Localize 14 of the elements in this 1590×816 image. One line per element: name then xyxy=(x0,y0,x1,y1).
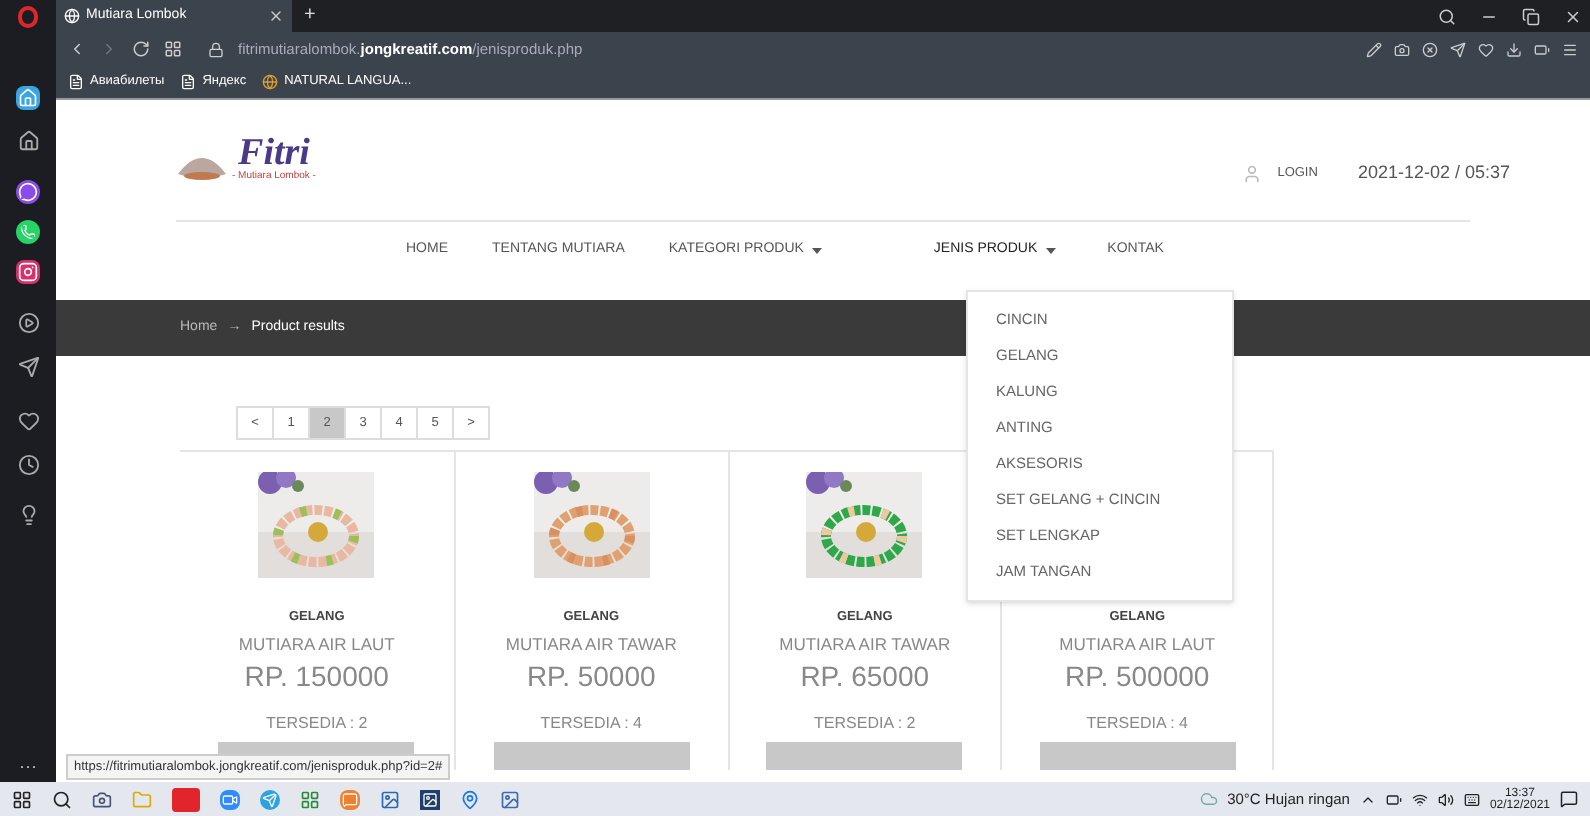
product-name: MUTIARA AIR LAUT xyxy=(1059,632,1216,658)
product-price: RP. 500000 xyxy=(1065,658,1210,694)
product-stock: TERSEDIA : 2 xyxy=(266,712,368,736)
product-stock: TERSEDIA : 4 xyxy=(540,712,642,736)
date-time: 2021-12-02 / 05:37 xyxy=(1357,160,1510,187)
product-name: MUTIARA AIR TAWAR xyxy=(505,632,677,658)
product-price: RP. 50000 xyxy=(526,658,656,694)
product-name: MUTIARA AIR LAUT xyxy=(238,632,395,658)
logo-name: Fitri xyxy=(238,134,310,172)
product-price: RP. 150000 xyxy=(244,658,389,694)
product-stock: TERSEDIA : 4 xyxy=(1086,712,1188,736)
product-name: MUTIARA AIR TAWAR xyxy=(779,632,951,658)
product-stock: TERSEDIA : 2 xyxy=(814,712,916,736)
product-price: RP. 65000 xyxy=(800,658,930,694)
